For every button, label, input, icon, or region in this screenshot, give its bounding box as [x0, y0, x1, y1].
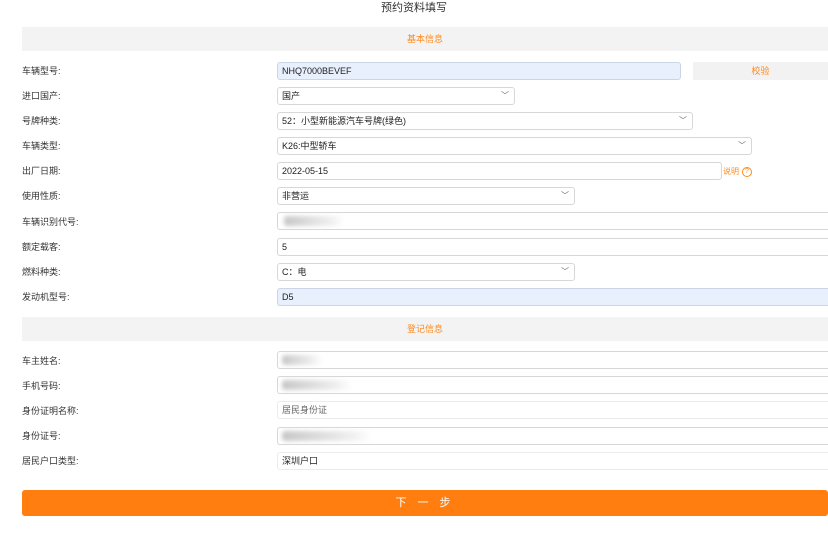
chevron-down-icon: ﹀ [561, 267, 569, 276]
id-doc-name-value: 居民身份证 [282, 405, 328, 415]
redacted-value [282, 355, 322, 365]
chevron-down-icon: ﹀ [679, 116, 687, 125]
label-phone: 手机号码: [22, 381, 61, 391]
label-engine-model: 发动机型号: [22, 292, 70, 302]
date-hint-text: 说明 [723, 167, 739, 176]
plate-type-select[interactable]: 52：小型新能源汽车号牌(绿色) ﹀ [277, 112, 693, 130]
vehicle-type-value: K26:中型轿车 [282, 141, 337, 151]
import-domestic-value: 国产 [282, 91, 301, 101]
label-plate-type: 号牌种类: [22, 116, 61, 126]
rated-passengers-value: 5 [282, 242, 288, 252]
redacted-value [282, 380, 352, 390]
usage-nature-value: 非营运 [282, 191, 310, 201]
manufacture-date-value: 2022-05-15 [282, 166, 329, 176]
label-owner-name: 车主姓名: [22, 356, 61, 366]
section-header-register: 登记信息 [22, 317, 828, 341]
section-header-basic: 基本信息 [22, 27, 828, 51]
date-hint[interactable]: 说明? [723, 166, 752, 178]
fuel-type-value: C：电 [282, 267, 307, 277]
vehicle-type-select[interactable]: K26:中型轿车 ﹀ [277, 137, 752, 155]
label-vin: 车辆识别代号: [22, 217, 79, 227]
chevron-down-icon: ﹀ [501, 91, 509, 100]
chevron-down-icon: ﹀ [738, 141, 746, 150]
id-number-input[interactable] [277, 427, 828, 445]
label-manufacture-date: 出厂日期: [22, 166, 61, 176]
label-id-doc-name: 身份证明名称: [22, 406, 79, 416]
label-import-domestic: 进口国产: [22, 91, 61, 101]
redacted-value [282, 431, 372, 441]
label-id-number: 身份证号: [22, 431, 61, 441]
engine-model-input[interactable]: D5 [277, 288, 828, 306]
id-doc-name-input[interactable]: 居民身份证 [277, 401, 828, 419]
question-circle-icon: ? [742, 166, 752, 177]
import-domestic-select[interactable]: 国产 ﹀ [277, 87, 515, 105]
label-rated-passengers: 额定载客: [22, 242, 61, 252]
redacted-value [284, 216, 344, 226]
vehicle-model-value: NHQ7000BEVEF [282, 66, 352, 76]
vin-input[interactable] [277, 212, 828, 230]
chevron-down-icon: ﹀ [561, 191, 569, 200]
engine-model-value: D5 [282, 292, 294, 302]
rated-passengers-input[interactable]: 5 [277, 238, 828, 256]
verify-button[interactable]: 校验 [693, 62, 828, 80]
manufacture-date-input[interactable]: 2022-05-15 [277, 162, 722, 180]
vehicle-model-input[interactable]: NHQ7000BEVEF [277, 62, 681, 80]
label-usage-nature: 使用性质: [22, 191, 61, 201]
plate-type-value: 52：小型新能源汽车号牌(绿色) [282, 116, 407, 126]
household-type-input[interactable]: 深圳户口 [277, 452, 828, 470]
owner-name-input[interactable] [277, 351, 828, 369]
phone-input[interactable] [277, 376, 828, 394]
next-step-button[interactable]: 下 一 步 [22, 490, 828, 516]
label-household-type: 居民户口类型: [22, 456, 79, 466]
label-vehicle-type: 车辆类型: [22, 141, 61, 151]
page-title: 预约资料填写 [381, 2, 447, 14]
label-fuel-type: 燃料种类: [22, 267, 61, 277]
fuel-type-select[interactable]: C：电 ﹀ [277, 263, 575, 281]
label-vehicle-model: 车辆型号: [22, 66, 61, 76]
usage-nature-select[interactable]: 非营运 ﹀ [277, 187, 575, 205]
household-type-value: 深圳户口 [282, 456, 319, 466]
